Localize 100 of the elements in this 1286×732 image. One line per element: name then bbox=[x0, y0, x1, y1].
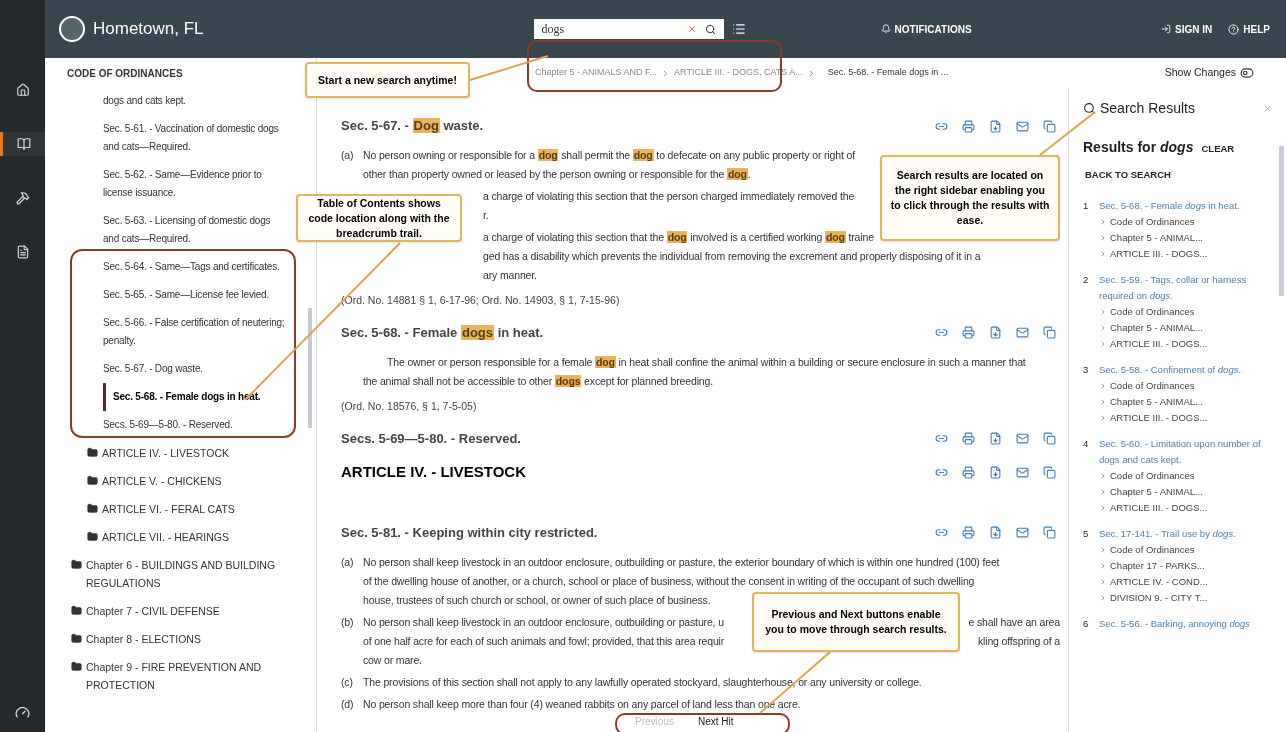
download-icon[interactable] bbox=[989, 526, 1002, 539]
toc-folder-item[interactable]: ARTICLE V. - CHICKENS bbox=[87, 467, 222, 495]
toc-label: Chapter 8 - ELECTIONS bbox=[86, 632, 201, 647]
clear-link[interactable]: CLEAR bbox=[1201, 142, 1235, 157]
site-title: Hometown, FL bbox=[93, 18, 204, 41]
result-path-item: ARTICLE III. - DOGS... bbox=[1110, 411, 1208, 426]
paragraph-label: (d) bbox=[341, 697, 354, 710]
paragraph-text: of one half acre for each of such animals and fowl; provided, that this area requir bbox=[363, 633, 725, 649]
email-icon[interactable] bbox=[1016, 432, 1029, 445]
copy-icon[interactable] bbox=[1043, 119, 1056, 133]
sidebar-title: Search Results bbox=[1100, 99, 1195, 118]
toc-item[interactable]: Sec. 5-65. - Same—License fee levied. bbox=[103, 281, 270, 309]
result-link[interactable]: Sec. 5-56. - Barking, annoying dogs bbox=[1099, 616, 1251, 633]
toc-title: CODE OF ORDINANCES bbox=[67, 68, 184, 80]
folder-icon bbox=[87, 475, 98, 486]
toc-folder-item[interactable]: Chapter 6 - BUILDINGS AND BUILDING REGULATIONS bbox=[71, 551, 301, 597]
section-heading: Sec. 5-68. - Female dogs in heat. bbox=[341, 324, 544, 342]
breadcrumb-link[interactable]: Chapter 5 - ANIMALS AND F... bbox=[535, 66, 658, 80]
history-note: (Ord. No. 18576, § 1, 7-5-05) bbox=[341, 398, 478, 414]
email-icon[interactable] bbox=[1016, 326, 1029, 340]
toc-folder-item[interactable]: ARTICLE VI. - FERAL CATS bbox=[87, 495, 235, 523]
link-icon[interactable] bbox=[935, 432, 948, 445]
copy-icon[interactable] bbox=[1043, 432, 1056, 445]
link-icon[interactable] bbox=[935, 526, 948, 539]
paragraph-text: the animal shall not be accessible to other dogs except for planned breeding. bbox=[363, 373, 713, 389]
help-button[interactable]: HELP bbox=[1228, 21, 1270, 37]
email-icon[interactable] bbox=[1016, 526, 1029, 539]
result-number: 2 bbox=[1083, 273, 1090, 288]
document-icon bbox=[15, 245, 30, 259]
email-icon[interactable] bbox=[1016, 466, 1029, 479]
toc-item[interactable]: Sec. 5-67. - Dog waste. bbox=[103, 355, 203, 383]
toc-label: ARTICLE VI. - FERAL CATS bbox=[102, 502, 235, 517]
toc-item[interactable]: Sec. 5-62. - Same—Evidence prior to license issuance. bbox=[103, 161, 288, 207]
download-icon[interactable] bbox=[989, 466, 1002, 479]
callout: Table of Contents shows code location along with the breadcrumb trail. bbox=[296, 194, 462, 242]
download-icon[interactable] bbox=[989, 432, 1002, 445]
result-number: 3 bbox=[1083, 363, 1090, 378]
print-icon[interactable] bbox=[962, 526, 975, 539]
paragraph-label: (a) bbox=[341, 149, 354, 161]
toc-item[interactable]: Sec. 5-61. - Vaccination of domestic dogs and cats—Required. bbox=[103, 115, 288, 161]
toc-folder-item[interactable]: Chapter 7 - CIVIL DEFENSE bbox=[71, 597, 220, 625]
toc-item[interactable]: Sec. 5-63. - Licensing of domestic dogs and cats—Required. bbox=[103, 207, 288, 253]
paragraph-text: The provisions of this section shall not apply to any lawfully operated stockyard, slaughterhouse, or any university or college. bbox=[363, 674, 922, 690]
toc-label: ARTICLE IV. - LIVESTOCK bbox=[102, 446, 230, 461]
result-link[interactable]: Sec. 5-60. - Limitation upon number of dogs and cats kept. bbox=[1099, 436, 1272, 469]
next-hit-button[interactable]: Next Hit bbox=[697, 714, 734, 729]
paragraph-text: e shall have an area bbox=[968, 614, 1060, 630]
search-icon[interactable] bbox=[704, 23, 716, 35]
copy-icon[interactable] bbox=[1043, 526, 1056, 539]
search-bar[interactable]: dogs bbox=[533, 19, 724, 39]
copy-icon[interactable] bbox=[1043, 326, 1056, 340]
result-link[interactable]: Sec. 17-141. - Trail use by dogs. bbox=[1099, 526, 1236, 543]
email-icon[interactable] bbox=[1016, 119, 1029, 133]
gauge-icon[interactable] bbox=[15, 705, 30, 720]
toc-folder-item[interactable]: Chapter 8 - ELECTIONS bbox=[71, 625, 201, 653]
book-nav-button[interactable] bbox=[0, 132, 45, 156]
toc-label: Chapter 7 - CIVIL DEFENSE bbox=[86, 604, 220, 619]
result-path-item: ARTICLE III. - DOGS... bbox=[1110, 247, 1208, 262]
folder-icon bbox=[87, 503, 98, 514]
back-to-search-link[interactable]: BACK TO SEARCH bbox=[1085, 168, 1272, 183]
result-path-item: Code of Ordinances bbox=[1110, 543, 1195, 558]
show-changes-toggle[interactable] bbox=[1240, 66, 1254, 80]
folder-icon bbox=[71, 661, 82, 672]
breadcrumb-link[interactable]: Sec. 5-68. - Female dogs in ... bbox=[827, 66, 949, 80]
toc-item[interactable]: Sec. 5-66. - False certification of neutering; penalty. bbox=[103, 309, 288, 355]
link-icon[interactable] bbox=[935, 466, 948, 479]
paragraph-text: a charge of violating this section that the person charged immediately removed the bbox=[483, 189, 855, 204]
paragraph-text: No person owning or responsible for a dog shall permit the dog to defecate on any public property or right of bbox=[363, 148, 855, 163]
paragraph-text: other than property owned or leased by the person owning or responsible for the dog. bbox=[363, 167, 751, 182]
result-link[interactable]: Sec. 5-68. - Female dogs in heat. bbox=[1099, 198, 1240, 215]
notifications-button[interactable]: NOTIFICATIONS bbox=[880, 21, 972, 37]
result-link[interactable]: Sec. 5-59. - Tags, collar or harness required on dogs. bbox=[1099, 272, 1272, 305]
result-link[interactable]: Sec. 5-58. - Confinement of dogs. bbox=[1099, 362, 1242, 379]
clear-icon[interactable] bbox=[686, 24, 697, 34]
copy-icon[interactable] bbox=[1043, 466, 1056, 479]
print-icon[interactable] bbox=[962, 119, 975, 133]
print-icon[interactable] bbox=[962, 466, 975, 479]
result-path-item: Code of Ordinances bbox=[1110, 379, 1195, 394]
hammer-icon bbox=[15, 191, 30, 205]
toc-folder-item[interactable]: ARTICLE IV. - LIVESTOCK bbox=[87, 439, 230, 467]
sign-in-button[interactable]: SIGN IN bbox=[1161, 21, 1213, 37]
toc-item[interactable]: Sec. 5-64. - Same—Tags and certificates. bbox=[103, 253, 280, 281]
paragraph-text: No person shall keep livestock in an outdoor enclosure, outbuilding or pasture, the exterior boundary of which is within one hundred (100) feet bbox=[363, 554, 1000, 570]
toc-item[interactable]: Secs. 5-69—5-80. - Reserved. bbox=[103, 411, 233, 439]
toc-folder-item[interactable]: Chapter 9 - FIRE PREVENTION AND PROTECTION bbox=[71, 653, 301, 699]
print-icon[interactable] bbox=[962, 326, 975, 340]
result-path-item: Chapter 5 - ANIMAL... bbox=[1110, 485, 1203, 500]
help-icon bbox=[1228, 23, 1240, 35]
download-icon[interactable] bbox=[989, 119, 1002, 133]
folder-icon bbox=[71, 559, 82, 570]
paragraph-label: (c) bbox=[341, 675, 353, 688]
search-icon bbox=[1083, 102, 1096, 115]
city-logo bbox=[59, 16, 85, 42]
list-icon[interactable] bbox=[731, 22, 746, 36]
sign-in-icon bbox=[1161, 24, 1172, 34]
download-icon[interactable] bbox=[989, 326, 1002, 340]
toc-label: Chapter 6 - BUILDINGS AND BUILDING REGULATIONS bbox=[86, 558, 277, 591]
toc-item[interactable]: dogs and cats kept. bbox=[103, 87, 186, 115]
print-icon[interactable] bbox=[962, 432, 975, 445]
toc-folder-item[interactable]: ARTICLE VII. - HEARINGS bbox=[87, 523, 229, 551]
